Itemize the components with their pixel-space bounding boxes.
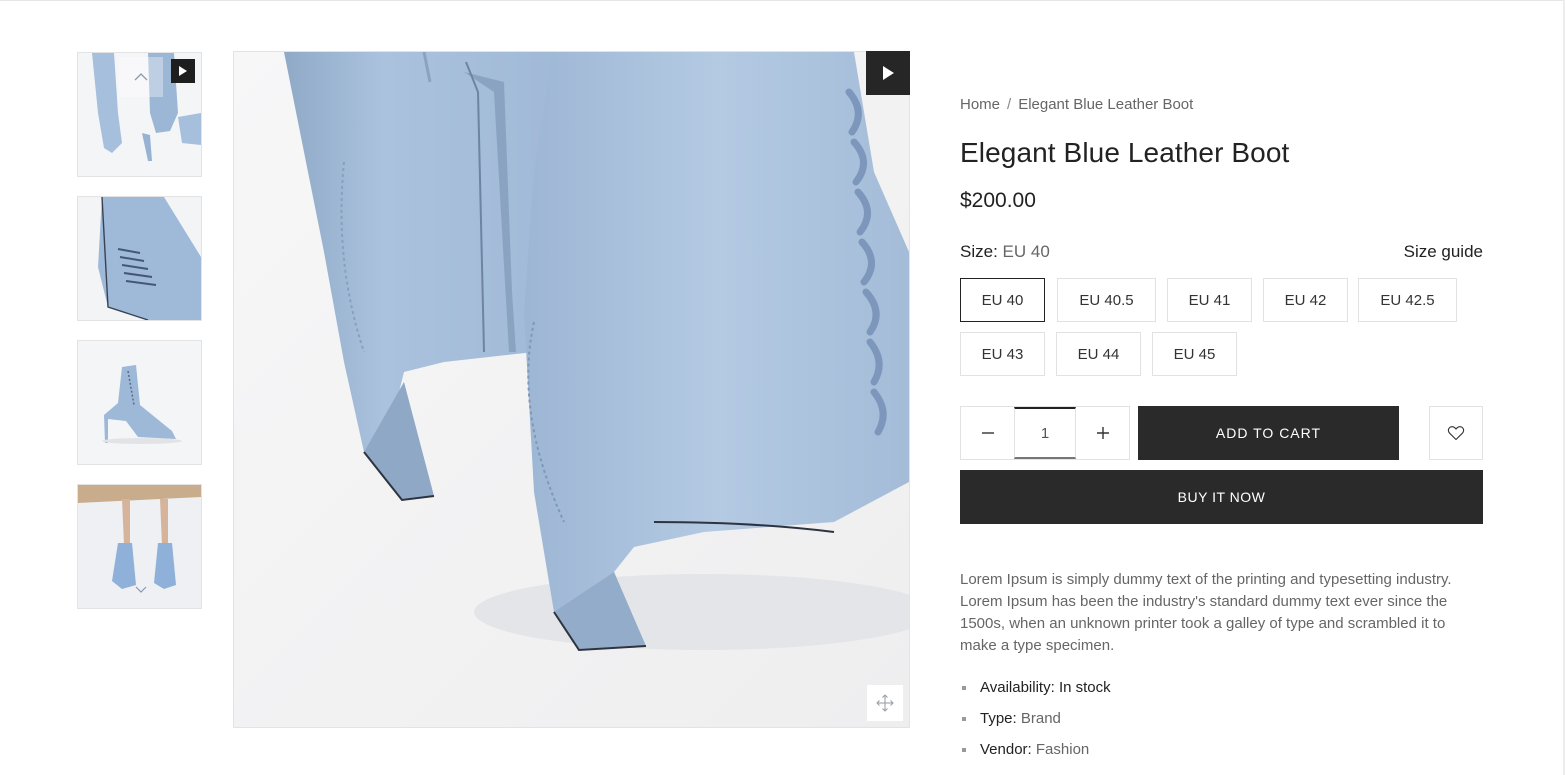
size-option[interactable]: EU 40 bbox=[960, 278, 1045, 322]
breadcrumb-current: Elegant Blue Leather Boot bbox=[1018, 96, 1194, 113]
thumbnail-3[interactable] bbox=[77, 340, 202, 465]
size-option[interactable]: EU 44 bbox=[1056, 332, 1141, 376]
product-meta-list: Availability: In stock Type: Brand Vendo… bbox=[960, 677, 1483, 770]
wishlist-button[interactable] bbox=[1429, 406, 1483, 460]
play-icon bbox=[883, 66, 894, 80]
thumbnail-scroll-up[interactable] bbox=[119, 57, 163, 97]
heart-icon bbox=[1447, 426, 1465, 441]
thumbnail-scroll-down[interactable] bbox=[133, 581, 149, 597]
meta-value: In stock bbox=[1058, 679, 1111, 696]
size-label: Size: bbox=[960, 242, 998, 261]
thumbnail-2[interactable] bbox=[77, 196, 202, 321]
zoom-button[interactable] bbox=[866, 684, 904, 722]
breadcrumb: Home / Elegant Blue Leather Boot bbox=[960, 96, 1193, 113]
meta-type: Type: Brand bbox=[960, 708, 1483, 739]
quantity-stepper bbox=[960, 406, 1130, 460]
meta-value[interactable]: Brand bbox=[1021, 710, 1061, 727]
product-title: Elegant Blue Leather Boot bbox=[960, 137, 1290, 168]
quantity-decrease-button[interactable] bbox=[961, 407, 1014, 459]
move-icon bbox=[876, 694, 894, 712]
meta-availability: Availability: In stock bbox=[960, 677, 1483, 708]
top-divider bbox=[0, 0, 1565, 1]
plus-icon bbox=[1096, 427, 1109, 439]
meta-label: Type: bbox=[980, 710, 1017, 727]
thumbnail-4[interactable] bbox=[77, 484, 202, 609]
meta-label: Availability: bbox=[980, 679, 1055, 696]
thumbnail-video-badge bbox=[171, 59, 195, 83]
play-video-button[interactable] bbox=[866, 51, 910, 95]
size-option[interactable]: EU 40.5 bbox=[1057, 278, 1156, 322]
chevron-down-icon bbox=[135, 586, 147, 593]
meta-value[interactable]: Fashion bbox=[1036, 741, 1089, 758]
meta-label: Vendor: bbox=[980, 741, 1032, 758]
size-row: Size: EU 40 Size guide bbox=[960, 242, 1483, 262]
buy-now-button[interactable]: BUY IT NOW bbox=[960, 470, 1483, 524]
size-option[interactable]: EU 42 bbox=[1263, 278, 1348, 322]
size-option[interactable]: EU 45 bbox=[1152, 332, 1237, 376]
quantity-increase-button[interactable] bbox=[1076, 407, 1129, 459]
add-to-cart-button[interactable]: ADD TO CART bbox=[1138, 406, 1399, 460]
product-description: Lorem Ipsum is simply dummy text of the … bbox=[960, 571, 1452, 654]
product-price: $200.00 bbox=[960, 189, 1036, 212]
minus-icon bbox=[981, 432, 994, 434]
breadcrumb-home[interactable]: Home bbox=[960, 96, 1000, 113]
size-selected-value: EU 40 bbox=[1002, 242, 1050, 261]
play-icon bbox=[179, 66, 187, 76]
main-product-image[interactable] bbox=[233, 51, 910, 728]
meta-vendor: Vendor: Fashion bbox=[960, 739, 1483, 770]
quantity-input[interactable] bbox=[1014, 407, 1076, 459]
size-option[interactable]: EU 41 bbox=[1167, 278, 1252, 322]
thumbnail-1[interactable] bbox=[77, 52, 202, 177]
size-guide-link[interactable]: Size guide bbox=[1404, 242, 1483, 262]
size-option[interactable]: EU 43 bbox=[960, 332, 1045, 376]
breadcrumb-separator: / bbox=[1007, 96, 1012, 113]
size-option[interactable]: EU 42.5 bbox=[1358, 278, 1457, 322]
chevron-up-icon bbox=[134, 73, 148, 81]
